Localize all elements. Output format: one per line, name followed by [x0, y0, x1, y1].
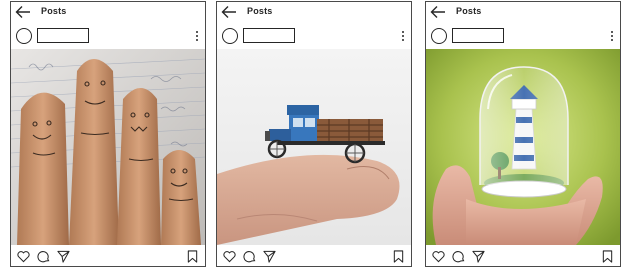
post-panel-3: Posts [425, 1, 621, 267]
post-header [217, 26, 411, 48]
back-arrow-icon[interactable] [430, 5, 446, 19]
post-photo[interactable] [217, 49, 411, 245]
page-title: Posts [456, 6, 482, 16]
top-bar: Posts [11, 2, 205, 22]
heart-icon[interactable] [17, 250, 30, 263]
miniature-truck-on-finger-image [217, 49, 411, 245]
post-photo[interactable] [426, 49, 620, 245]
post-header [426, 26, 620, 48]
bookmark-icon[interactable] [186, 250, 199, 263]
username-placeholder[interactable] [37, 28, 89, 43]
username-placeholder[interactable] [452, 28, 504, 43]
comment-icon[interactable] [243, 250, 256, 263]
post-header [11, 26, 205, 48]
avatar[interactable] [16, 28, 32, 44]
comment-icon[interactable] [452, 250, 465, 263]
fingers-with-drawn-faces-image [11, 49, 205, 245]
send-icon[interactable] [57, 250, 70, 263]
heart-icon[interactable] [223, 250, 236, 263]
username-placeholder[interactable] [243, 28, 295, 43]
post-panel-2: Posts [216, 1, 412, 267]
back-arrow-icon[interactable] [221, 5, 237, 19]
more-options-icon[interactable] [610, 30, 614, 42]
avatar[interactable] [431, 28, 447, 44]
post-panel-1: Posts [10, 1, 206, 267]
post-actions [426, 248, 620, 266]
more-options-icon[interactable] [401, 30, 405, 42]
top-bar: Posts [217, 2, 411, 22]
comment-icon[interactable] [37, 250, 50, 263]
back-arrow-icon[interactable] [15, 5, 31, 19]
bookmark-icon[interactable] [392, 250, 405, 263]
send-icon[interactable] [472, 250, 485, 263]
more-options-icon[interactable] [195, 30, 199, 42]
post-actions [11, 248, 205, 266]
page-title: Posts [247, 6, 273, 16]
avatar[interactable] [222, 28, 238, 44]
post-photo[interactable] [11, 49, 205, 245]
lighthouse-in-glass-dome-image [426, 49, 620, 245]
send-icon[interactable] [263, 250, 276, 263]
heart-icon[interactable] [432, 250, 445, 263]
bookmark-icon[interactable] [601, 250, 614, 263]
page-title: Posts [41, 6, 67, 16]
post-actions [217, 248, 411, 266]
top-bar: Posts [426, 2, 620, 22]
